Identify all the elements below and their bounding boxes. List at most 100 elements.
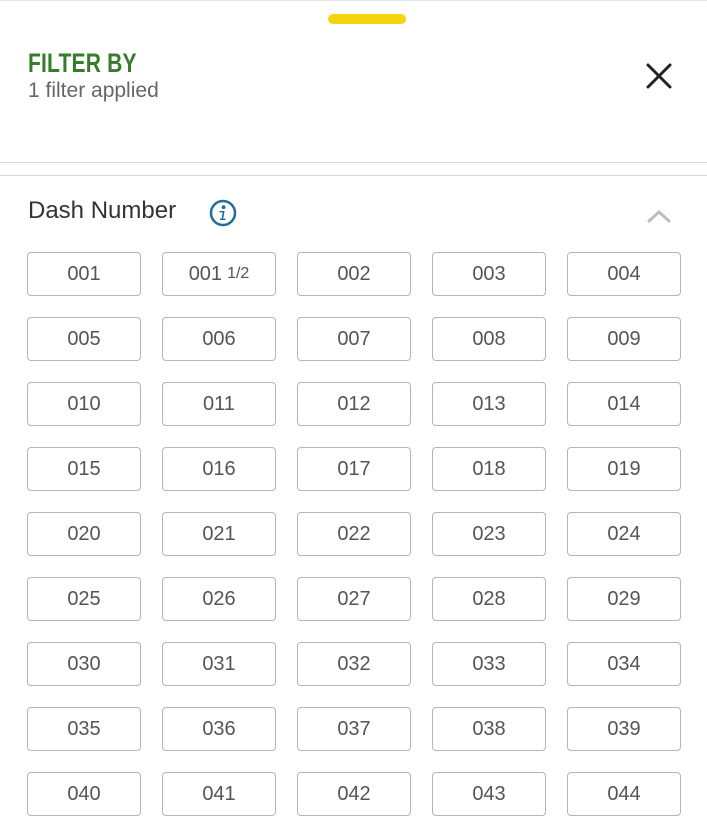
dash-number-chip[interactable]: 036 — [162, 707, 276, 751]
chip-label: 024 — [607, 522, 641, 545]
dash-number-chip[interactable]: 025 — [27, 577, 141, 621]
chip-label: 001 — [188, 262, 223, 285]
chip-label: 041 — [202, 782, 236, 805]
chip-label: 036 — [202, 717, 236, 740]
chip-label: 027 — [337, 587, 371, 610]
dash-number-chip[interactable]: 027 — [297, 577, 411, 621]
dash-number-chip-grid: 001 001 1/2 002 003 004 005 006 007 008 009 010 011 0… — [27, 252, 681, 816]
chip-label: 034 — [607, 652, 641, 675]
dash-number-chip[interactable]: 028 — [432, 577, 546, 621]
info-icon[interactable] — [209, 199, 237, 227]
chip-label: 013 — [472, 392, 506, 415]
dash-number-chip[interactable]: 032 — [297, 642, 411, 686]
dash-number-chip[interactable]: 004 — [567, 252, 681, 296]
chip-label: 031 — [202, 652, 236, 675]
dash-number-chip[interactable]: 039 — [567, 707, 681, 751]
chip-label: 012 — [337, 392, 371, 415]
chip-label: 030 — [67, 652, 101, 675]
chip-label: 004 — [607, 262, 641, 285]
dash-number-chip[interactable]: 029 — [567, 577, 681, 621]
dash-number-chip[interactable]: 043 — [432, 772, 546, 816]
chip-label: 015 — [67, 457, 101, 480]
chip-label: 021 — [202, 522, 236, 545]
section-title-dash-number: Dash Number — [28, 197, 177, 224]
chip-label: 042 — [337, 782, 371, 805]
dash-number-chip[interactable]: 014 — [567, 382, 681, 426]
chip-label: 018 — [472, 457, 506, 480]
dash-number-chip[interactable]: 003 — [432, 252, 546, 296]
dash-number-chip[interactable]: 023 — [432, 512, 546, 556]
chip-label: 038 — [472, 717, 506, 740]
dash-number-chip[interactable]: 024 — [567, 512, 681, 556]
dash-number-chip[interactable]: 001 1/2 — [162, 252, 276, 296]
chip-label: 008 — [472, 327, 506, 350]
dash-number-chip[interactable]: 031 — [162, 642, 276, 686]
chip-label: 023 — [472, 522, 506, 545]
dash-number-chip[interactable]: 010 — [27, 382, 141, 426]
chip-label: 003 — [472, 262, 506, 285]
chip-label: 035 — [67, 717, 101, 740]
dash-number-chip[interactable]: 044 — [567, 772, 681, 816]
dash-number-chip[interactable]: 026 — [162, 577, 276, 621]
top-divider — [0, 0, 707, 1]
dash-number-chip[interactable]: 006 — [162, 317, 276, 361]
chevron-up-icon — [647, 210, 671, 223]
chip-fraction: 1/2 — [227, 265, 250, 282]
sheet-drag-handle[interactable] — [328, 14, 406, 24]
dash-number-chip[interactable]: 038 — [432, 707, 546, 751]
dash-number-chip[interactable]: 035 — [27, 707, 141, 751]
chip-label: 032 — [337, 652, 371, 675]
dash-number-chip[interactable]: 012 — [297, 382, 411, 426]
dash-number-chip[interactable]: 022 — [297, 512, 411, 556]
chip-label: 025 — [67, 587, 101, 610]
chip-label: 040 — [67, 782, 101, 805]
dash-number-chip[interactable]: 002 — [297, 252, 411, 296]
chip-label: 028 — [472, 587, 506, 610]
chip-label: 029 — [607, 587, 641, 610]
dash-number-chip[interactable]: 016 — [162, 447, 276, 491]
dash-number-chip[interactable]: 034 — [567, 642, 681, 686]
dash-number-chip[interactable]: 015 — [27, 447, 141, 491]
dash-number-chip[interactable]: 041 — [162, 772, 276, 816]
dash-number-chip[interactable]: 009 — [567, 317, 681, 361]
chip-label: 010 — [67, 392, 101, 415]
chip-label: 001 — [67, 262, 101, 285]
dash-number-chip[interactable]: 007 — [297, 317, 411, 361]
header-divider — [0, 162, 707, 163]
dash-number-chip[interactable]: 040 — [27, 772, 141, 816]
chip-label: 006 — [202, 327, 236, 350]
dash-number-chip[interactable]: 021 — [162, 512, 276, 556]
chip-label: 026 — [202, 587, 236, 610]
chip-label: 011 — [203, 392, 235, 415]
chip-label: 002 — [337, 262, 371, 285]
chip-label: 019 — [607, 457, 641, 480]
chip-label: 044 — [607, 782, 641, 805]
dash-number-chip[interactable]: 020 — [27, 512, 141, 556]
chip-label: 016 — [202, 457, 236, 480]
dash-number-chip[interactable]: 037 — [297, 707, 411, 751]
chip-label: 007 — [337, 327, 371, 350]
dash-number-chip[interactable]: 008 — [432, 317, 546, 361]
filter-count-text: 1 filter applied — [28, 79, 159, 102]
page-title: FILTER BY — [28, 48, 137, 78]
chip-label: 043 — [472, 782, 506, 805]
dash-number-chip[interactable]: 013 — [432, 382, 546, 426]
collapse-section-button[interactable] — [645, 205, 673, 227]
dash-number-chip[interactable]: 001 — [27, 252, 141, 296]
dash-number-chip[interactable]: 042 — [297, 772, 411, 816]
close-button[interactable] — [641, 58, 677, 94]
dash-number-chip[interactable]: 005 — [27, 317, 141, 361]
dash-number-chip[interactable]: 030 — [27, 642, 141, 686]
dash-number-chip[interactable]: 019 — [567, 447, 681, 491]
chip-label: 022 — [337, 522, 371, 545]
dash-number-chip[interactable]: 011 — [162, 382, 276, 426]
section-divider — [0, 175, 707, 176]
chip-label: 017 — [337, 457, 371, 480]
chip-label: 039 — [607, 717, 641, 740]
dash-number-chip[interactable]: 018 — [432, 447, 546, 491]
chip-label: 005 — [67, 327, 101, 350]
chip-label: 037 — [337, 717, 371, 740]
dash-number-chip[interactable]: 017 — [297, 447, 411, 491]
chip-label: 014 — [607, 392, 641, 415]
dash-number-chip[interactable]: 033 — [432, 642, 546, 686]
